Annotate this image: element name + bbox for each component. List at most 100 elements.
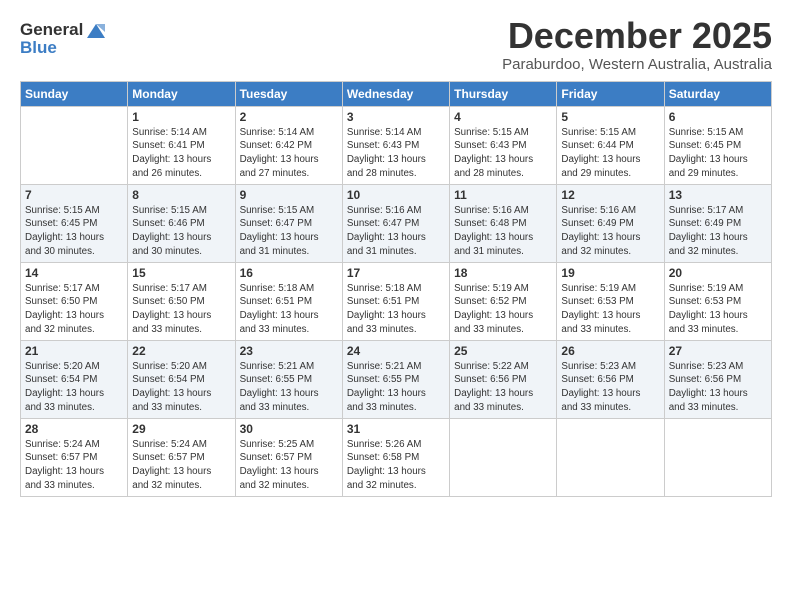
calendar-cell: 26 Sunrise: 5:23 AM Sunset: 6:56 PM Dayli… bbox=[557, 340, 664, 418]
day-info: Sunrise: 5:17 AM Sunset: 6:49 PM Dayligh… bbox=[669, 204, 767, 259]
col-header-thursday: Thursday bbox=[450, 81, 557, 106]
day-number: 2 bbox=[240, 110, 338, 124]
day-number: 14 bbox=[25, 266, 123, 280]
day-number: 11 bbox=[454, 188, 552, 202]
calendar-cell: 28Sunrise: 5:24 AM Sunset: 6:57 PM Dayli… bbox=[21, 418, 128, 496]
day-number: 7 bbox=[25, 188, 123, 202]
day-info: Sunrise: 5:15 AM Sunset: 6:44 PM Dayligh… bbox=[561, 126, 659, 181]
calendar-cell: 11 Sunrise: 5:16 AM Sunset: 6:48 PM Dayli… bbox=[450, 184, 557, 262]
col-header-friday: Friday bbox=[557, 81, 664, 106]
day-number: 31 bbox=[347, 422, 445, 436]
day-number: 26 bbox=[561, 344, 659, 358]
day-number: 28 bbox=[25, 422, 123, 436]
logo-icon bbox=[85, 22, 107, 40]
title-block: December 2025 Paraburdoo, Western Austra… bbox=[502, 16, 772, 73]
day-info: Sunrise: 5:16 AM Sunset: 6:48 PM Dayligh… bbox=[454, 204, 552, 259]
calendar-cell bbox=[557, 418, 664, 496]
calendar-cell: 4 Sunrise: 5:15 AM Sunset: 6:43 PM Daylig… bbox=[450, 106, 557, 184]
day-number: 1 bbox=[132, 110, 230, 124]
day-number: 6 bbox=[669, 110, 767, 124]
calendar-cell: 31 Sunrise: 5:26 AM Sunset: 6:58 PM Dayli… bbox=[342, 418, 449, 496]
calendar-cell: 6Sunrise: 5:15 AM Sunset: 6:45 PM Daylig… bbox=[664, 106, 771, 184]
day-info: Sunrise: 5:15 AM Sunset: 6:43 PM Dayligh… bbox=[454, 126, 552, 181]
calendar-cell: 12Sunrise: 5:16 AM Sunset: 6:49 PM Dayli… bbox=[557, 184, 664, 262]
day-info: Sunrise: 5:14 AM Sunset: 6:43 PM Dayligh… bbox=[347, 126, 445, 181]
col-header-sunday: Sunday bbox=[21, 81, 128, 106]
day-info: Sunrise: 5:15 AM Sunset: 6:45 PM Dayligh… bbox=[25, 204, 123, 259]
subtitle: Paraburdoo, Western Australia, Australia bbox=[502, 56, 772, 73]
calendar-cell: 24 Sunrise: 5:21 AM Sunset: 6:55 PM Dayli… bbox=[342, 340, 449, 418]
day-info: Sunrise: 5:18 AM Sunset: 6:51 PM Dayligh… bbox=[347, 282, 445, 337]
calendar-cell: 15 Sunrise: 5:17 AM Sunset: 6:50 PM Dayli… bbox=[128, 262, 235, 340]
day-number: 23 bbox=[240, 344, 338, 358]
calendar-cell: 18 Sunrise: 5:19 AM Sunset: 6:52 PM Dayli… bbox=[450, 262, 557, 340]
calendar-cell: 10Sunrise: 5:16 AM Sunset: 6:47 PM Dayli… bbox=[342, 184, 449, 262]
day-info: Sunrise: 5:18 AM Sunset: 6:51 PM Dayligh… bbox=[240, 282, 338, 337]
day-number: 19 bbox=[561, 266, 659, 280]
day-number: 18 bbox=[454, 266, 552, 280]
day-number: 25 bbox=[454, 344, 552, 358]
day-number: 30 bbox=[240, 422, 338, 436]
calendar-cell: 25 Sunrise: 5:22 AM Sunset: 6:56 PM Dayli… bbox=[450, 340, 557, 418]
week-row-3: 14 Sunrise: 5:17 AM Sunset: 6:50 PM Dayli… bbox=[21, 262, 772, 340]
day-number: 27 bbox=[669, 344, 767, 358]
week-row-5: 28 Sunrise: 5:24 AM Sunset: 6:57 PM Dayli… bbox=[21, 418, 772, 496]
calendar-cell: 13Sunrise: 5:17 AM Sunset: 6:49 PM Dayli… bbox=[664, 184, 771, 262]
calendar-cell: 27 Sunrise: 5:23 AM Sunset: 6:56 PM Dayli… bbox=[664, 340, 771, 418]
calendar-cell bbox=[21, 106, 128, 184]
day-info: Sunrise: 5:22 AM Sunset: 6:56 PM Dayligh… bbox=[454, 360, 552, 415]
day-number: 16 bbox=[240, 266, 338, 280]
day-info: Sunrise: 5:23 AM Sunset: 6:56 PM Dayligh… bbox=[669, 360, 767, 415]
header-row: General Blue December 2025 Paraburdoo, W… bbox=[20, 16, 772, 73]
calendar-cell: 3 Sunrise: 5:14 AM Sunset: 6:43 PM Daylig… bbox=[342, 106, 449, 184]
day-info: Sunrise: 5:24 AM Sunset: 6:57 PM Dayligh… bbox=[132, 438, 230, 493]
day-info: Sunrise: 5:26 AM Sunset: 6:58 PM Dayligh… bbox=[347, 438, 445, 493]
header-row-days: SundayMondayTuesdayWednesdayThursdayFrid… bbox=[21, 81, 772, 106]
day-info: Sunrise: 5:14 AM Sunset: 6:41 PM Dayligh… bbox=[132, 126, 230, 181]
day-info: Sunrise: 5:17 AM Sunset: 6:50 PM Dayligh… bbox=[25, 282, 123, 337]
day-info: Sunrise: 5:15 AM Sunset: 6:47 PM Dayligh… bbox=[240, 204, 338, 259]
day-number: 4 bbox=[454, 110, 552, 124]
calendar-cell: 29Sunrise: 5:24 AM Sunset: 6:57 PM Dayli… bbox=[128, 418, 235, 496]
day-info: Sunrise: 5:19 AM Sunset: 6:53 PM Dayligh… bbox=[561, 282, 659, 337]
day-info: Sunrise: 5:21 AM Sunset: 6:55 PM Dayligh… bbox=[347, 360, 445, 415]
calendar-cell: 7 Sunrise: 5:15 AM Sunset: 6:45 PM Daylig… bbox=[21, 184, 128, 262]
logo-blue: Blue bbox=[20, 38, 107, 58]
calendar-cell: 23Sunrise: 5:21 AM Sunset: 6:55 PM Dayli… bbox=[235, 340, 342, 418]
day-number: 21 bbox=[25, 344, 123, 358]
day-info: Sunrise: 5:14 AM Sunset: 6:42 PM Dayligh… bbox=[240, 126, 338, 181]
day-number: 22 bbox=[132, 344, 230, 358]
calendar-cell: 22 Sunrise: 5:20 AM Sunset: 6:54 PM Dayli… bbox=[128, 340, 235, 418]
calendar-cell bbox=[450, 418, 557, 496]
main-container: General Blue December 2025 Paraburdoo, W… bbox=[0, 0, 792, 507]
day-info: Sunrise: 5:19 AM Sunset: 6:53 PM Dayligh… bbox=[669, 282, 767, 337]
day-number: 20 bbox=[669, 266, 767, 280]
day-info: Sunrise: 5:16 AM Sunset: 6:47 PM Dayligh… bbox=[347, 204, 445, 259]
day-info: Sunrise: 5:25 AM Sunset: 6:57 PM Dayligh… bbox=[240, 438, 338, 493]
calendar-cell: 1 Sunrise: 5:14 AM Sunset: 6:41 PM Daylig… bbox=[128, 106, 235, 184]
day-info: Sunrise: 5:20 AM Sunset: 6:54 PM Dayligh… bbox=[132, 360, 230, 415]
col-header-monday: Monday bbox=[128, 81, 235, 106]
calendar-cell: 19 Sunrise: 5:19 AM Sunset: 6:53 PM Dayli… bbox=[557, 262, 664, 340]
col-header-tuesday: Tuesday bbox=[235, 81, 342, 106]
day-number: 24 bbox=[347, 344, 445, 358]
week-row-1: 1 Sunrise: 5:14 AM Sunset: 6:41 PM Daylig… bbox=[21, 106, 772, 184]
col-header-wednesday: Wednesday bbox=[342, 81, 449, 106]
day-info: Sunrise: 5:16 AM Sunset: 6:49 PM Dayligh… bbox=[561, 204, 659, 259]
day-info: Sunrise: 5:19 AM Sunset: 6:52 PM Dayligh… bbox=[454, 282, 552, 337]
day-info: Sunrise: 5:15 AM Sunset: 6:46 PM Dayligh… bbox=[132, 204, 230, 259]
day-info: Sunrise: 5:20 AM Sunset: 6:54 PM Dayligh… bbox=[25, 360, 123, 415]
day-number: 15 bbox=[132, 266, 230, 280]
logo-general: General bbox=[20, 20, 83, 39]
week-row-2: 7 Sunrise: 5:15 AM Sunset: 6:45 PM Daylig… bbox=[21, 184, 772, 262]
day-info: Sunrise: 5:17 AM Sunset: 6:50 PM Dayligh… bbox=[132, 282, 230, 337]
day-number: 9 bbox=[240, 188, 338, 202]
day-info: Sunrise: 5:23 AM Sunset: 6:56 PM Dayligh… bbox=[561, 360, 659, 415]
calendar-cell: 20 Sunrise: 5:19 AM Sunset: 6:53 PM Dayli… bbox=[664, 262, 771, 340]
calendar-cell bbox=[664, 418, 771, 496]
calendar-cell: 14 Sunrise: 5:17 AM Sunset: 6:50 PM Dayli… bbox=[21, 262, 128, 340]
col-header-saturday: Saturday bbox=[664, 81, 771, 106]
day-number: 3 bbox=[347, 110, 445, 124]
calendar-cell: 8Sunrise: 5:15 AM Sunset: 6:46 PM Daylig… bbox=[128, 184, 235, 262]
logo: General Blue bbox=[20, 20, 107, 57]
